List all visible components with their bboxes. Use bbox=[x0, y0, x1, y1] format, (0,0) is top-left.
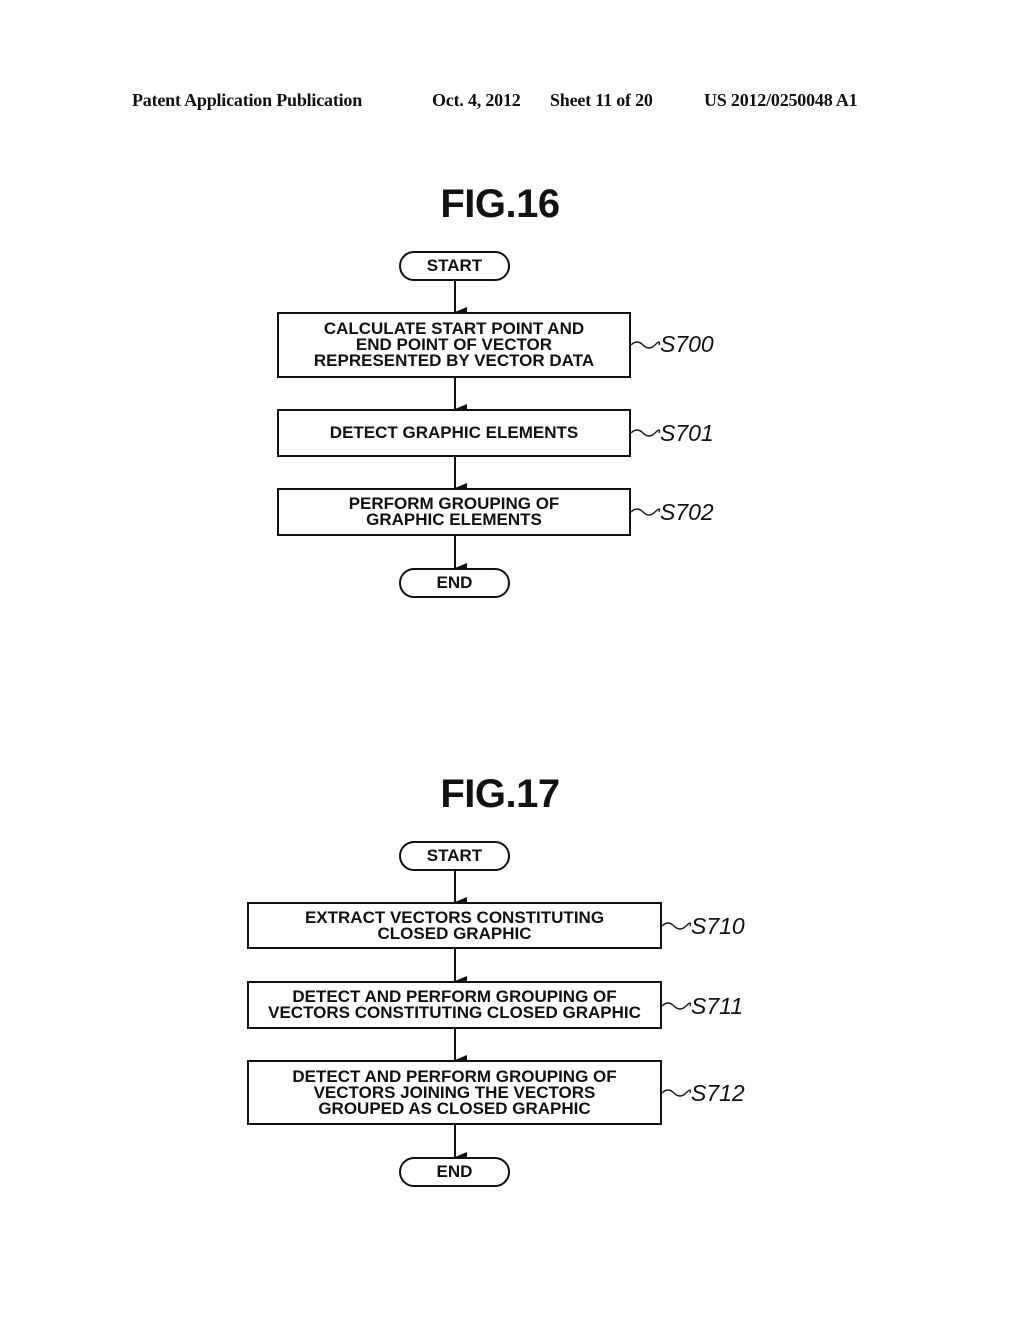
leader-s702 bbox=[630, 508, 661, 516]
fig17-step-s710-box: EXTRACT VECTORS CONSTITUTING CLOSED GRAP… bbox=[247, 902, 662, 949]
leader-s712 bbox=[661, 1089, 692, 1097]
fig17-step-s710-label: S710 bbox=[691, 913, 745, 939]
figure-17-title: FIG.17 bbox=[440, 772, 560, 816]
fig17-step-s711-label: S711 bbox=[691, 993, 744, 1019]
fig16-step-s701-box: DETECT GRAPHIC ELEMENTS bbox=[277, 409, 631, 457]
leader-s700 bbox=[630, 341, 661, 349]
fig17-step-s712-box: DETECT AND PERFORM GROUPING OF VECTORS J… bbox=[247, 1060, 662, 1125]
leader-s710 bbox=[661, 922, 692, 930]
fig16-step-s700-box: CALCULATE START POINT AND END POINT OF V… bbox=[277, 312, 631, 378]
fig17-step-s712-label: S712 bbox=[691, 1080, 745, 1106]
fig17-start-terminal: START bbox=[399, 841, 510, 871]
fig17-step-s711-box: DETECT AND PERFORM GROUPING OF VECTORS C… bbox=[247, 981, 662, 1029]
fig17-end-terminal: END bbox=[399, 1157, 510, 1187]
leader-s711 bbox=[661, 1002, 692, 1010]
fig16-step-s701-label: S701 bbox=[660, 420, 714, 446]
figure-16-title: FIG.16 bbox=[440, 182, 560, 226]
leader-s701 bbox=[630, 429, 661, 437]
fig16-end-terminal: END bbox=[399, 568, 510, 598]
fig16-start-terminal: START bbox=[399, 251, 510, 281]
fig16-step-s702-box: PERFORM GROUPING OF GRAPHIC ELEMENTS bbox=[277, 488, 631, 536]
fig16-step-s700-label: S700 bbox=[660, 331, 714, 357]
fig16-step-s702-label: S702 bbox=[660, 499, 714, 525]
